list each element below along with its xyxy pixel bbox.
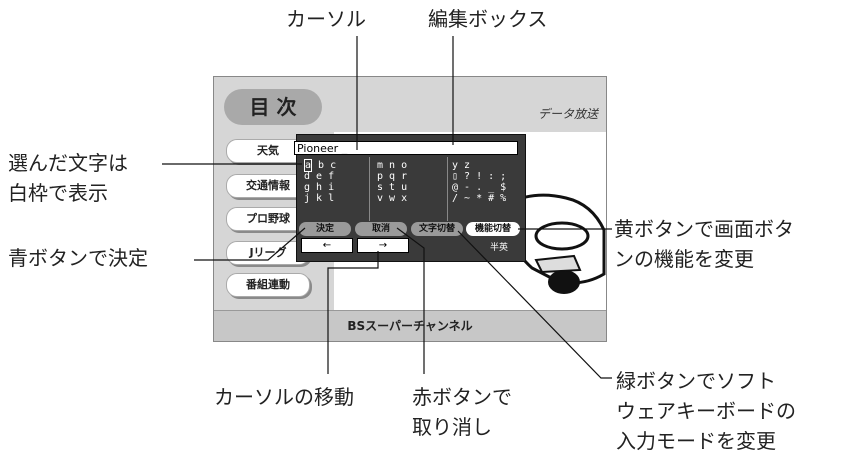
leader-red-button xyxy=(396,227,425,374)
leader-cursor-move xyxy=(327,251,379,374)
leader-blue-button xyxy=(194,227,306,261)
leader-lines xyxy=(162,36,612,379)
leader-green-button xyxy=(457,230,612,379)
